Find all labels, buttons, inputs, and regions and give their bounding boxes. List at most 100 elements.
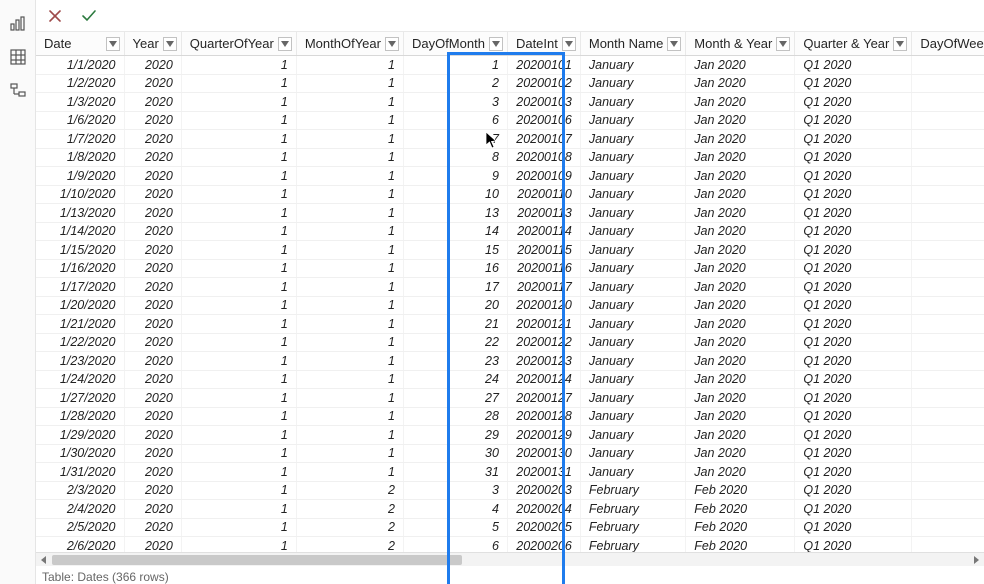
cell-dateint[interactable]: 20200203 (507, 481, 580, 500)
cell-dayofmonth[interactable]: 6 (403, 111, 507, 130)
cell-dayofmonth[interactable]: 15 (403, 241, 507, 260)
cell-dayofweek[interactable]: 5 (912, 463, 984, 482)
cell-dayofmonth[interactable]: 23 (403, 352, 507, 371)
table-row[interactable]: 1/9/2020202011920200109JanuaryJan 2020Q1… (36, 167, 984, 186)
cell-monthyear[interactable]: Jan 2020 (686, 296, 795, 315)
cell-quarteryear[interactable]: Q1 2020 (795, 278, 912, 297)
cell-date[interactable]: 1/3/2020 (36, 93, 124, 112)
column-header-date[interactable]: Date (36, 32, 124, 56)
cell-dateint[interactable]: 20200109 (507, 167, 580, 186)
cell-dateint[interactable]: 20200115 (507, 241, 580, 260)
cell-quarterofyear[interactable]: 1 (181, 296, 296, 315)
cell-date[interactable]: 1/30/2020 (36, 444, 124, 463)
cell-dateint[interactable]: 20200113 (507, 204, 580, 223)
cell-quarteryear[interactable]: Q1 2020 (795, 222, 912, 241)
cell-monthname[interactable]: January (580, 111, 685, 130)
cell-dateint[interactable]: 20200120 (507, 296, 580, 315)
cell-dateint[interactable]: 20200128 (507, 407, 580, 426)
cell-dateint[interactable]: 20200124 (507, 370, 580, 389)
cell-quarterofyear[interactable]: 1 (181, 111, 296, 130)
cell-monthname[interactable]: February (580, 518, 685, 537)
cell-dateint[interactable]: 20200103 (507, 93, 580, 112)
cell-monthofyear[interactable]: 1 (296, 389, 403, 408)
table-row[interactable]: 1/23/20202020112320200123JanuaryJan 2020… (36, 352, 984, 371)
column-header-monthofyear[interactable]: MonthOfYear (296, 32, 403, 56)
cell-dayofweek[interactable]: 3 (912, 241, 984, 260)
cell-monthname[interactable]: January (580, 389, 685, 408)
cell-monthofyear[interactable]: 1 (296, 222, 403, 241)
cell-quarterofyear[interactable]: 1 (181, 444, 296, 463)
cell-monthofyear[interactable]: 1 (296, 56, 403, 75)
cell-year[interactable]: 2020 (124, 518, 181, 537)
cell-date[interactable]: 1/27/2020 (36, 389, 124, 408)
cell-monthname[interactable]: January (580, 333, 685, 352)
cell-year[interactable]: 2020 (124, 185, 181, 204)
cell-quarteryear[interactable]: Q1 2020 (795, 426, 912, 445)
cell-quarterofyear[interactable]: 1 (181, 222, 296, 241)
cell-monthyear[interactable]: Jan 2020 (686, 333, 795, 352)
cell-dayofweek[interactable]: 3 (912, 56, 984, 75)
cell-date[interactable]: 1/13/2020 (36, 204, 124, 223)
cell-monthyear[interactable]: Feb 2020 (686, 518, 795, 537)
cell-date[interactable]: 1/2/2020 (36, 74, 124, 93)
cell-quarteryear[interactable]: Q1 2020 (795, 204, 912, 223)
cell-dayofweek[interactable]: 4 (912, 444, 984, 463)
cell-dayofweek[interactable]: 2 (912, 500, 984, 519)
cell-monthofyear[interactable]: 1 (296, 333, 403, 352)
cell-monthofyear[interactable]: 1 (296, 93, 403, 112)
cell-dateint[interactable]: 20200123 (507, 352, 580, 371)
cell-dateint[interactable]: 20200108 (507, 148, 580, 167)
cell-dayofweek[interactable]: 1 (912, 481, 984, 500)
cell-quarterofyear[interactable]: 1 (181, 463, 296, 482)
cell-dayofweek[interactable]: 5 (912, 370, 984, 389)
cell-dateint[interactable]: 20200131 (507, 463, 580, 482)
cell-monthyear[interactable]: Feb 2020 (686, 500, 795, 519)
scrollbar-thumb[interactable] (52, 555, 462, 565)
filter-dropdown-icon[interactable] (776, 37, 790, 51)
column-header-quarterofyear[interactable]: QuarterOfYear (181, 32, 296, 56)
cell-quarteryear[interactable]: Q1 2020 (795, 370, 912, 389)
cell-monthofyear[interactable]: 1 (296, 74, 403, 93)
cell-quarterofyear[interactable]: 1 (181, 333, 296, 352)
table-row[interactable]: 2/4/2020202012420200204FebruaryFeb 2020Q… (36, 500, 984, 519)
cell-date[interactable]: 1/8/2020 (36, 148, 124, 167)
cell-dateint[interactable]: 20200130 (507, 444, 580, 463)
cell-dayofweek[interactable]: 3 (912, 518, 984, 537)
cell-monthname[interactable]: January (580, 278, 685, 297)
table-row[interactable]: 1/29/20202020112920200129JanuaryJan 2020… (36, 426, 984, 445)
cell-dateint[interactable]: 20200129 (507, 426, 580, 445)
filter-dropdown-icon[interactable] (489, 37, 503, 51)
cell-quarterofyear[interactable]: 1 (181, 93, 296, 112)
cell-quarterofyear[interactable]: 1 (181, 204, 296, 223)
cell-quarteryear[interactable]: Q1 2020 (795, 56, 912, 75)
cell-dayofmonth[interactable]: 30 (403, 444, 507, 463)
cell-year[interactable]: 2020 (124, 111, 181, 130)
cell-quarterofyear[interactable]: 1 (181, 56, 296, 75)
cell-monthname[interactable]: January (580, 222, 685, 241)
horizontal-scrollbar[interactable] (36, 552, 984, 566)
scrollbar-track[interactable] (52, 553, 968, 566)
table-row[interactable]: 1/24/20202020112420200124JanuaryJan 2020… (36, 370, 984, 389)
cell-year[interactable]: 2020 (124, 426, 181, 445)
filter-dropdown-icon[interactable] (278, 37, 292, 51)
cell-year[interactable]: 2020 (124, 389, 181, 408)
table-row[interactable]: 1/7/2020202011720200107JanuaryJan 2020Q1… (36, 130, 984, 149)
cell-monthyear[interactable]: Jan 2020 (686, 148, 795, 167)
cell-monthname[interactable]: January (580, 315, 685, 334)
cell-date[interactable]: 1/15/2020 (36, 241, 124, 260)
cell-monthofyear[interactable]: 1 (296, 370, 403, 389)
cell-monthyear[interactable]: Jan 2020 (686, 370, 795, 389)
cell-date[interactable]: 1/14/2020 (36, 222, 124, 241)
cell-dayofmonth[interactable]: 9 (403, 167, 507, 186)
cell-monthyear[interactable]: Jan 2020 (686, 222, 795, 241)
cell-monthyear[interactable]: Jan 2020 (686, 278, 795, 297)
cell-monthofyear[interactable]: 1 (296, 315, 403, 334)
cell-dateint[interactable]: 20200106 (507, 111, 580, 130)
table-row[interactable]: 1/13/20202020111320200113JanuaryJan 2020… (36, 204, 984, 223)
cell-dayofweek[interactable]: 4 (912, 74, 984, 93)
cell-dayofweek[interactable]: 5 (912, 278, 984, 297)
cell-date[interactable]: 1/20/2020 (36, 296, 124, 315)
cell-monthofyear[interactable]: 1 (296, 407, 403, 426)
cell-quarteryear[interactable]: Q1 2020 (795, 148, 912, 167)
cell-quarterofyear[interactable]: 1 (181, 426, 296, 445)
